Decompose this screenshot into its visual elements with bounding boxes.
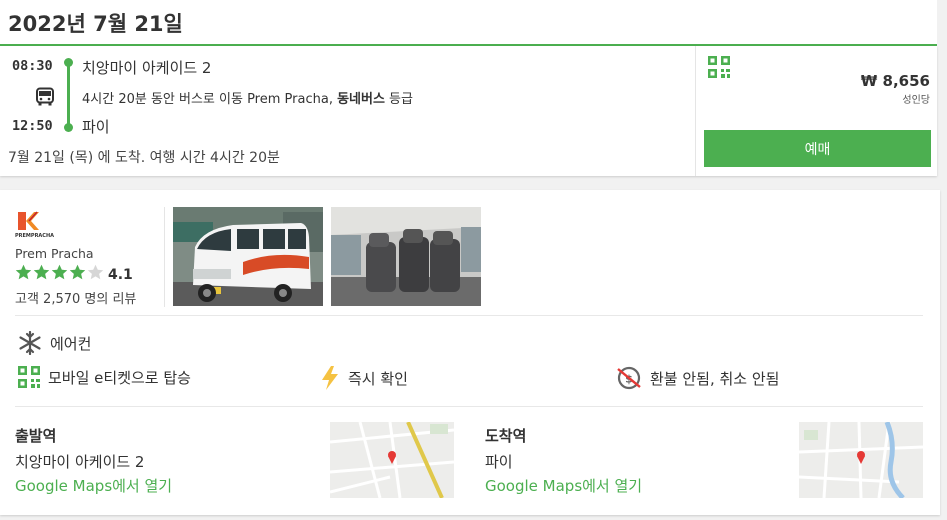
operator-card: PREMPRACHA Prem Pracha 4.1 고객 2,570 명의 리… <box>0 190 940 515</box>
departure-map[interactable] <box>330 422 454 498</box>
lightning-icon <box>322 366 338 390</box>
operator-logo: PREMPRACHA <box>15 210 55 240</box>
feature-refund: $ 환불 안됨, 취소 안됨 <box>616 366 779 390</box>
departure-maps-link[interactable]: Google Maps에서 열기 <box>15 475 172 496</box>
departure-station-name: 치앙마이 아케이드 2 <box>15 453 145 471</box>
timeline-end-dot <box>64 123 73 132</box>
star-icon <box>15 264 32 280</box>
arrival-note: 7월 21일 (목) 에 도착. 여행 시간 4시간 20분 <box>8 150 280 166</box>
timeline-start-dot <box>64 58 73 67</box>
trip-card[interactable]: 08:30 치앙마이 아케이드 2 4시간 20분 동안 버스로 이동 Prem… <box>0 46 937 176</box>
reviews-link[interactable]: 고객 2,570 명의 리뷰 <box>15 288 136 307</box>
bus-icon <box>35 87 55 107</box>
departure-time: 08:30 <box>12 58 53 74</box>
date-title: 2022년 7월 21일 <box>8 12 183 36</box>
features-divider-bottom <box>15 406 923 407</box>
snowflake-icon <box>19 331 41 355</box>
vehicle-photo-exterior[interactable] <box>173 207 323 306</box>
arrival-maps-link[interactable]: Google Maps에서 열기 <box>485 475 642 496</box>
feature-instant-label: 즉시 확인 <box>348 369 408 388</box>
trip-duration: 4시간 20분 동안 버스로 이동 Prem Pracha, <box>82 92 338 107</box>
departure-station-label: 출발역 <box>15 427 57 445</box>
operator-name: Prem Pracha <box>15 246 94 261</box>
departure-city: 치앙마이 아케이드 2 <box>82 59 212 77</box>
divider <box>695 46 696 176</box>
price: ₩ 8,656 <box>860 72 930 90</box>
arrival-map[interactable] <box>799 422 923 498</box>
rating-value: 4.1 <box>108 267 133 283</box>
operator-logo-text: PREMPRACHA <box>15 233 54 239</box>
date-header: 2022년 7월 21일 <box>0 0 937 46</box>
no-refund-icon: $ <box>617 366 641 390</box>
feature-eticket-label: 모바일 e티켓으로 탑승 <box>48 368 191 387</box>
qr-icon <box>18 366 40 388</box>
feature-eticket: 모바일 e티켓으로 탑승 <box>18 366 191 388</box>
star-icon <box>51 264 68 280</box>
bus-class-suffix: 등급 <box>384 92 413 107</box>
feature-ac-label: 에어컨 <box>50 334 92 353</box>
bus-class: 동네버스 <box>337 92 385 107</box>
feature-refund-label: 환불 안됨, 취소 안됨 <box>650 369 780 388</box>
trip-info: 4시간 20분 동안 버스로 이동 Prem Pracha, 동네버스 등급 <box>82 88 413 107</box>
arrival-time: 12:50 <box>12 118 53 134</box>
star-icon <box>69 264 86 280</box>
arrival-station-name: 파이 <box>485 453 513 471</box>
vehicle-photo-interior[interactable] <box>331 207 481 306</box>
book-button[interactable]: 예매 <box>704 130 931 167</box>
rating-stars <box>15 264 104 281</box>
arrival-station-label: 도착역 <box>485 427 527 445</box>
qr-icon <box>708 56 730 78</box>
operator-divider <box>164 207 165 307</box>
star-icon <box>87 264 104 280</box>
timeline-line <box>67 62 70 127</box>
price-per-person: 성인당 <box>902 95 930 106</box>
star-icon <box>33 264 50 280</box>
feature-ac: 에어컨 <box>18 331 91 355</box>
feature-instant: 즉시 확인 <box>320 366 408 390</box>
features-divider-top <box>15 315 923 316</box>
arrival-city: 파이 <box>82 118 110 136</box>
